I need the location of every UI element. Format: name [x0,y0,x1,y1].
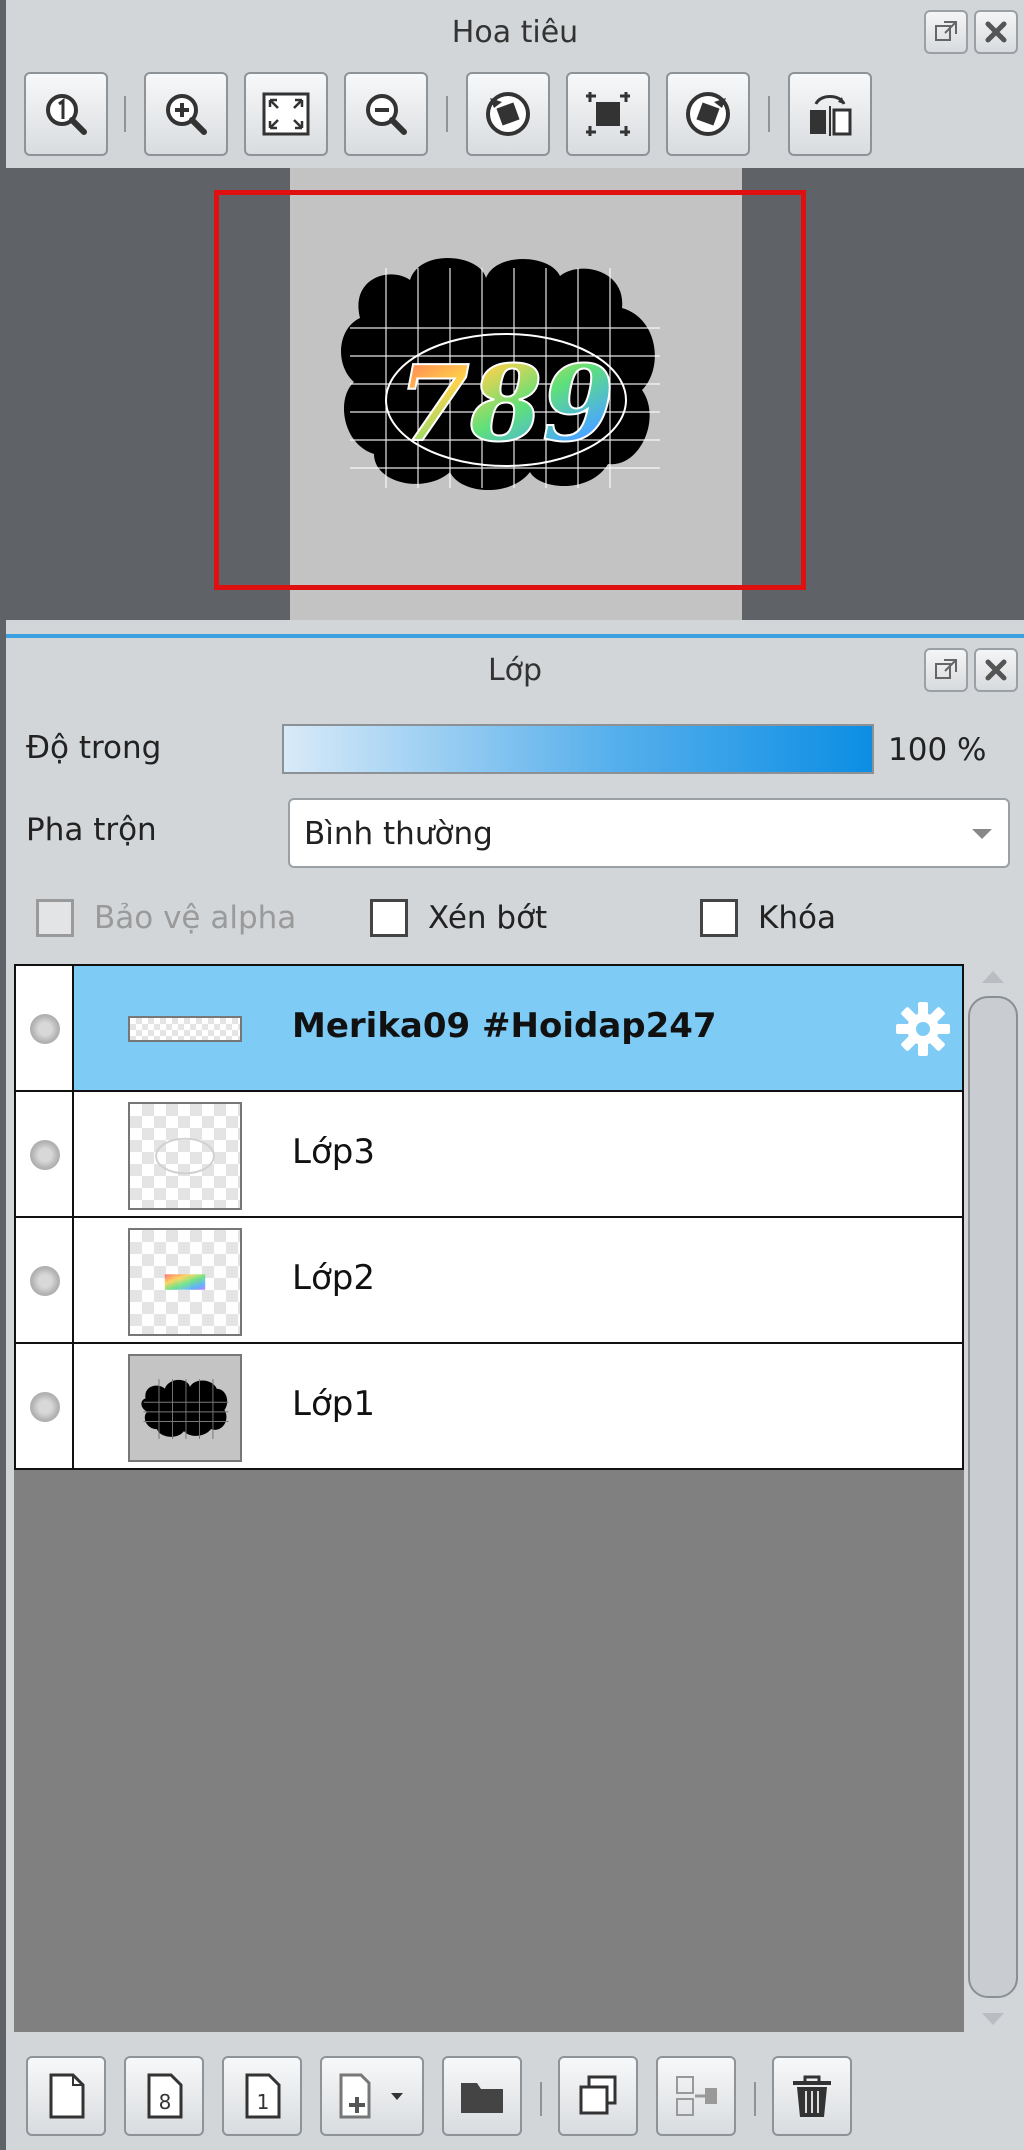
fit-to-window-icon [262,92,310,136]
layer-name: Merika09 #Hoidap247 [292,1006,717,1046]
navigator-preview[interactable]: 789 [6,168,1024,620]
rotate-right-button[interactable] [666,72,750,156]
duplicate-layer-button[interactable] [558,2056,638,2136]
protect-alpha-checkbox[interactable]: Bảo vệ alpha [36,896,296,940]
layer-thumbnail [128,1354,242,1462]
chevron-down-icon [972,829,992,839]
clipping-box[interactable] [370,899,408,937]
lock-box[interactable] [700,899,738,937]
new-layer-button[interactable] [26,2056,106,2136]
layer-row[interactable]: Lớp2 [14,1216,964,1344]
new-8bit-layer-icon: 8 [147,2073,183,2119]
merge-down-icon [676,2076,717,2116]
visibility-dot-icon [30,1140,60,1170]
navigator-panel: Hoa tiêu 789 [6,0,1024,636]
scrollbar-thumb[interactable] [968,996,1018,1998]
delete-layer-icon [793,2075,831,2117]
layer-panel-close-button[interactable] [974,648,1018,692]
undock-icon [935,21,957,41]
add-layer-dropdown-icon [339,2073,403,2119]
add-layer-dropdown-button[interactable] [320,2056,424,2136]
undock-icon [935,659,957,679]
svg-text:8: 8 [159,2090,172,2114]
blend-mode-label: Pha trộn [26,812,157,848]
close-icon [985,21,1007,43]
zoom-in-icon [166,94,207,135]
duplicate-layer-icon [579,2075,617,2115]
visibility-dot-icon [30,1014,60,1044]
rotate-left-icon [486,92,530,136]
merge-down-button[interactable] [656,2056,736,2136]
new-1bit-layer-button[interactable]: 1 [222,2056,302,2136]
layer-thumbnail [128,1016,242,1042]
layer-name: Lớp3 [292,1132,375,1172]
visibility-dot-icon [30,1392,60,1422]
navigator-undock-button[interactable] [924,10,968,54]
layer-row[interactable]: Lớp3 [14,1090,964,1218]
navigator-panel-title: Hoa tiêu [451,15,579,50]
lock-checkbox[interactable]: Khóa [700,896,836,940]
rotate-left-button[interactable] [466,72,550,156]
blend-mode-value: Bình thường [304,816,493,852]
new-folder-icon [461,2083,503,2113]
protect-alpha-label: Bảo vệ alpha [94,900,297,936]
layer-toolbar: 8 1 [6,2038,1024,2150]
zoom-actual-size-icon [46,94,87,135]
rotate-right-icon [686,92,730,136]
opacity-slider[interactable] [282,724,874,774]
clipping-checkbox[interactable]: Xén bớt [370,896,547,940]
opacity-value: 100 % [888,732,987,768]
layer-panel: Lớp Độ trong 100 % Pha trộn Bình thường … [6,634,1024,2150]
opacity-label: Độ trong [26,730,162,766]
layer-name: Lớp2 [292,1258,375,1298]
layer-panel-title: Lớp [487,653,543,688]
layer-list: Merika09 #Hoidap247 Lớp3 Lớp2 Lớp1 [14,964,964,2032]
layer-visibility-toggle[interactable] [16,1344,74,1468]
visibility-dot-icon [30,1266,60,1296]
layer-visibility-toggle[interactable] [16,1092,74,1216]
layer-thumbnail [128,1228,242,1336]
protect-alpha-box[interactable] [36,899,74,937]
layer-panel-undock-button[interactable] [924,648,968,692]
layer-row[interactable]: Lớp1 [14,1342,964,1470]
fit-to-window-button[interactable] [244,72,328,156]
lock-label: Khóa [758,900,836,936]
layer-visibility-toggle[interactable] [16,966,74,1090]
svg-text:1: 1 [257,2090,270,2114]
new-1bit-layer-icon: 1 [245,2073,281,2119]
close-icon [985,659,1007,681]
layer-list-scrollbar[interactable] [968,964,1018,2032]
reset-view-icon [586,92,630,136]
blend-mode-select[interactable]: Bình thường [288,798,1010,868]
navigator-close-button[interactable] [974,10,1018,54]
flip-horizontal-button[interactable] [788,72,872,156]
delete-layer-button[interactable] [772,2056,852,2136]
reset-view-button[interactable] [566,72,650,156]
new-8bit-layer-button[interactable]: 8 [124,2056,204,2136]
layer-row[interactable]: Merika09 #Hoidap247 [14,964,964,1092]
zoom-in-button[interactable] [144,72,228,156]
gear-icon[interactable] [892,998,954,1060]
zoom-out-button[interactable] [344,72,428,156]
layer-thumbnail [128,1102,242,1210]
zoom-out-icon [366,94,407,135]
viewport-frame[interactable] [214,190,806,590]
scroll-down-icon[interactable] [980,2010,1006,2028]
flip-horizontal-icon [810,95,852,136]
layer-name: Lớp1 [292,1384,375,1424]
clipping-label: Xén bớt [428,900,548,936]
new-folder-button[interactable] [442,2056,522,2136]
zoom-actual-size-button[interactable] [24,72,108,156]
scroll-up-icon[interactable] [980,968,1006,986]
new-layer-icon [49,2073,85,2119]
layer-visibility-toggle[interactable] [16,1218,74,1342]
